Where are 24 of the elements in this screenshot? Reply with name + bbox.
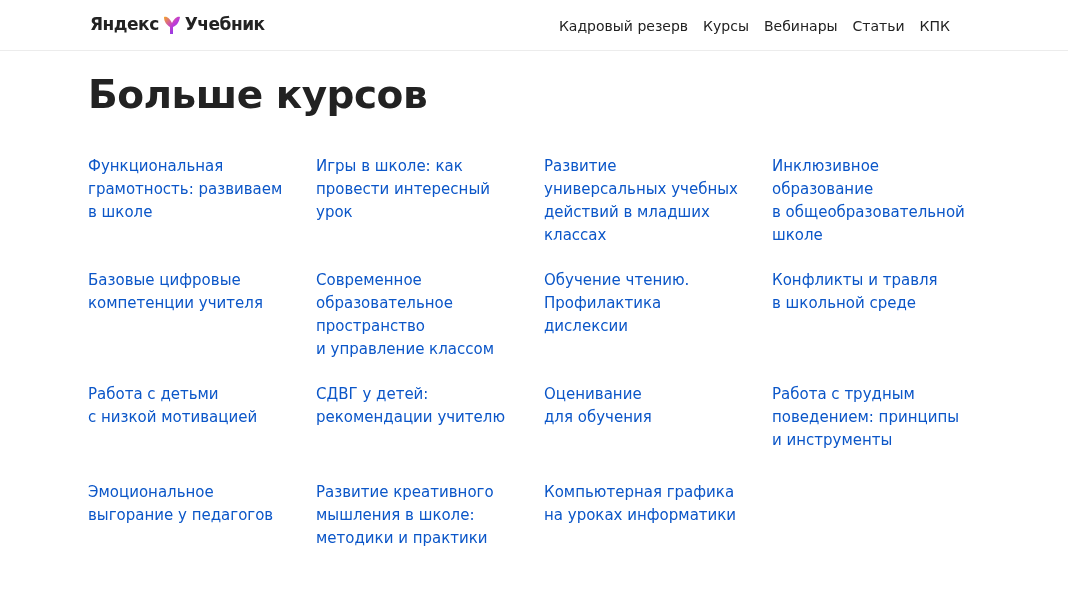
- course-link[interactable]: Функциональная грамотность: развиваем в школе: [88, 155, 283, 224]
- course-link[interactable]: Инклюзивное образование в общеобразовательной школе: [772, 155, 965, 247]
- logo-wordmark[interactable]: Яндекс: [90, 12, 159, 38]
- course-link[interactable]: СДВГ у детей: рекомендации учителю: [316, 383, 506, 429]
- nav-link[interactable]: Кадровый резерв: [558, 15, 689, 37]
- nav-link[interactable]: Курсы: [703, 15, 749, 37]
- logo-wordmark[interactable]: Учебник: [184, 12, 265, 38]
- logo-icon: [162, 15, 181, 35]
- course-link[interactable]: Оценивание для обучения: [544, 383, 652, 429]
- course-link[interactable]: Развитие универсальных учебных действий в младших классах: [544, 155, 738, 247]
- course-link[interactable]: Обучение чтению. Профилактика дислексии: [544, 269, 690, 338]
- course-link[interactable]: Игры в школе: как провести интересный урок: [316, 155, 490, 224]
- nav-link[interactable]: Вебинары: [763, 15, 838, 37]
- nav-link[interactable]: КПК: [919, 15, 950, 37]
- page-title: Больше курсов: [88, 71, 429, 119]
- course-link[interactable]: Современное образовательное пространство и управление классом: [316, 269, 494, 361]
- nav-link[interactable]: Статьи: [852, 15, 905, 37]
- course-link[interactable]: Базовые цифровые компетенции учителя: [88, 269, 263, 315]
- course-link[interactable]: Эмоциональное выгорание у педагогов: [88, 481, 274, 527]
- course-link[interactable]: Развитие креативного мышления в школе: методики и практики: [316, 481, 494, 550]
- course-link[interactable]: Работа с детьми с низкой мотивацией: [88, 383, 258, 429]
- course-link[interactable]: Конфликты и травля в школьной среде: [772, 269, 938, 315]
- course-link[interactable]: Компьютерная графика на уроках информатики: [544, 481, 737, 527]
- course-link[interactable]: Работа с трудным поведением: принципы и инструменты: [772, 383, 960, 452]
